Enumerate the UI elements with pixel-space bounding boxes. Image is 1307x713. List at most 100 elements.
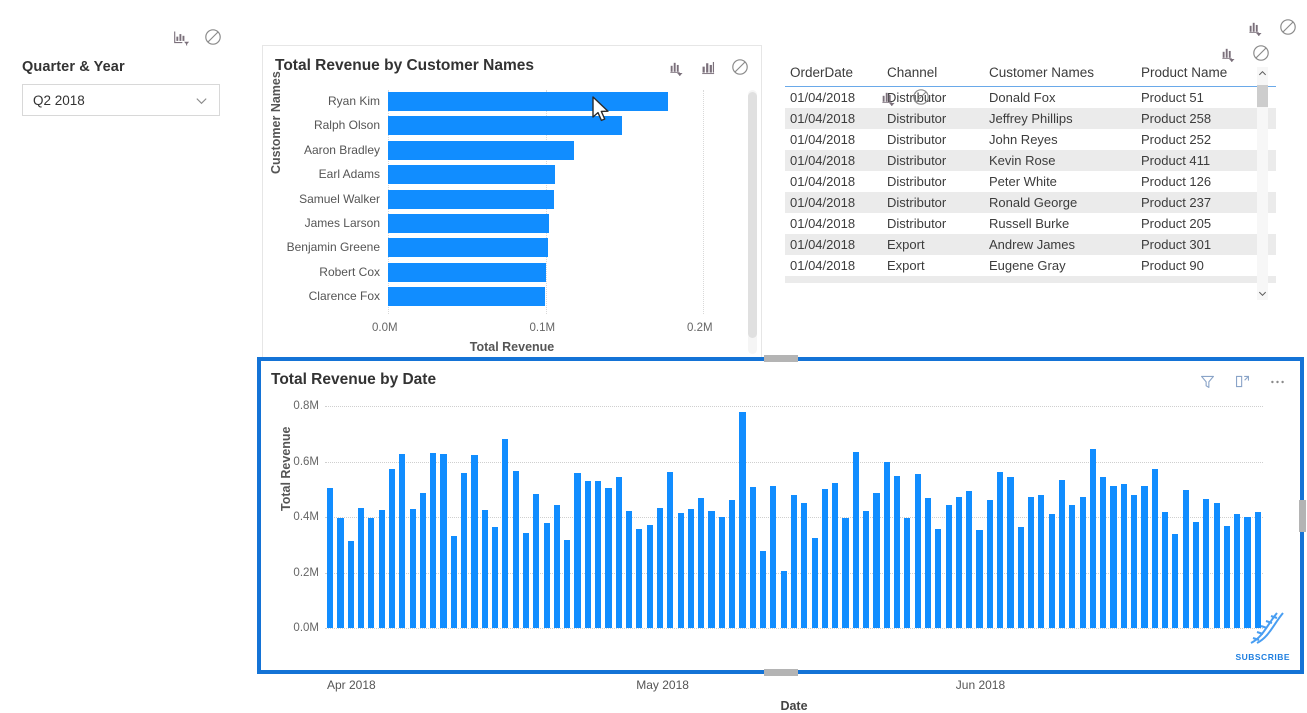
bar-chart-bar[interactable] bbox=[388, 92, 668, 111]
focus-mode-icon[interactable] bbox=[1234, 373, 1251, 390]
date-chart-bar[interactable] bbox=[852, 451, 859, 628]
date-chart-bar[interactable] bbox=[1069, 504, 1076, 628]
bar-chart-category-row[interactable]: Robert Cox bbox=[263, 261, 761, 285]
table-cell[interactable]: Product 252 bbox=[1136, 129, 1276, 150]
date-chart-bar[interactable] bbox=[543, 522, 550, 628]
date-chart-bar[interactable] bbox=[1213, 502, 1220, 628]
drill-filter-icon[interactable] bbox=[669, 59, 686, 76]
funnel-icon[interactable] bbox=[1199, 373, 1216, 390]
filter-chart-icon[interactable] bbox=[881, 89, 898, 106]
date-chart-bar[interactable] bbox=[522, 533, 530, 628]
date-chart-bar[interactable] bbox=[997, 472, 1004, 628]
date-chart-bar[interactable] bbox=[595, 481, 602, 628]
table-cell[interactable]: Distributor bbox=[882, 213, 984, 234]
table-cell[interactable]: Donald Fox bbox=[984, 87, 1136, 109]
date-chart-bar[interactable] bbox=[1131, 494, 1138, 628]
date-chart-bar[interactable] bbox=[625, 511, 633, 628]
date-chart-bar[interactable] bbox=[1161, 512, 1169, 628]
date-chart-bar[interactable] bbox=[811, 537, 818, 628]
date-chart-bar[interactable] bbox=[512, 471, 519, 628]
table-cell[interactable]: Jeffrey Phillips bbox=[984, 108, 1136, 129]
table-cell[interactable]: Distributor bbox=[882, 192, 984, 213]
bar-chart-category-row[interactable]: Aaron Bradley bbox=[263, 139, 761, 163]
table-cell[interactable]: Product 258 bbox=[1136, 108, 1276, 129]
date-chart-bar[interactable] bbox=[491, 526, 499, 628]
table-cell[interactable]: 01/04/2018 bbox=[785, 192, 882, 213]
date-chart-bar[interactable] bbox=[1038, 494, 1045, 628]
table-cell[interactable]: Distributor bbox=[882, 171, 984, 192]
date-chart-bar[interactable] bbox=[471, 455, 478, 628]
visual-order-table[interactable]: OrderDate Channel Customer Names Product Na… bbox=[785, 62, 1285, 305]
bar-chart-bar[interactable] bbox=[388, 165, 555, 185]
order-table[interactable]: OrderDate Channel Customer Names Product Na… bbox=[785, 62, 1276, 283]
table-cell[interactable]: Product 411 bbox=[1136, 150, 1276, 171]
bar-chart-bar[interactable] bbox=[388, 238, 548, 258]
bar-chart-category-row[interactable]: Benjamin Greene bbox=[263, 236, 761, 260]
date-chart-bar[interactable] bbox=[388, 469, 396, 628]
date-chart-bar[interactable] bbox=[461, 473, 468, 628]
date-chart-bar[interactable] bbox=[863, 510, 870, 628]
date-chart-bar[interactable] bbox=[1141, 486, 1148, 628]
table-row[interactable]: 01/04/2018 Distributor Peter White Product … bbox=[785, 171, 1276, 192]
date-chart-bar[interactable] bbox=[1007, 476, 1014, 628]
date-chart-bar[interactable] bbox=[1203, 498, 1210, 628]
table-cell[interactable]: 01/04/2018 bbox=[785, 108, 882, 129]
filter-chart-icon[interactable] bbox=[1248, 19, 1265, 36]
date-chart-bar[interactable] bbox=[986, 500, 993, 628]
date-chart-bar[interactable] bbox=[935, 528, 942, 628]
filter-chart-icon[interactable] bbox=[1221, 45, 1238, 62]
table-cell[interactable]: 01/04/2018 bbox=[785, 129, 882, 150]
table-cell[interactable]: Peter White bbox=[984, 171, 1136, 192]
date-chart-bar[interactable] bbox=[378, 510, 385, 628]
table-cell[interactable]: John Reyes bbox=[984, 129, 1136, 150]
visual-total-revenue-by-customer-names[interactable]: Total Revenue by Customer Names Customer… bbox=[262, 45, 762, 363]
date-chart-bar[interactable] bbox=[450, 535, 457, 628]
bar-chart-category-row[interactable]: Samuel Walker bbox=[263, 188, 761, 212]
date-chart-bar[interactable] bbox=[698, 498, 705, 628]
date-chart-bar[interactable] bbox=[564, 539, 571, 628]
date-chart-bar[interactable] bbox=[914, 474, 921, 628]
date-chart-bar[interactable] bbox=[1058, 480, 1066, 628]
date-chart-bar[interactable] bbox=[409, 508, 416, 628]
date-chart-bar[interactable] bbox=[790, 494, 798, 628]
bar-chart-bar[interactable] bbox=[388, 262, 547, 282]
date-chart-bar[interactable] bbox=[832, 483, 839, 628]
bar-chart-vertical-scrollbar[interactable] bbox=[748, 90, 757, 354]
date-chart-bar[interactable] bbox=[1110, 485, 1117, 628]
date-chart-bar[interactable] bbox=[955, 497, 962, 628]
no-entry-icon[interactable] bbox=[1279, 18, 1297, 36]
bar-chart-bar[interactable] bbox=[388, 214, 549, 233]
date-chart-bar[interactable] bbox=[337, 518, 344, 628]
table-vertical-scrollbar[interactable] bbox=[1257, 67, 1268, 300]
visual-total-revenue-by-date[interactable]: Total Revenue by Date Total Revenue 0.0M… bbox=[257, 355, 1306, 713]
table-cell[interactable]: Product 205 bbox=[1136, 213, 1276, 234]
table-cell[interactable]: Product 90 bbox=[1136, 255, 1276, 276]
bar-chart-icon[interactable] bbox=[700, 59, 717, 76]
table-cell[interactable]: Distributor bbox=[882, 150, 984, 171]
table-cell[interactable]: Ronald George bbox=[984, 192, 1136, 213]
date-chart-bar[interactable] bbox=[419, 493, 426, 628]
chevron-up-icon[interactable] bbox=[1257, 69, 1268, 78]
date-chart-bar[interactable] bbox=[1192, 522, 1200, 628]
slicer-quarter-year[interactable]: Quarter & Year Q2 2018 bbox=[0, 0, 248, 130]
table-cell[interactable]: 01/04/2018 bbox=[785, 171, 882, 192]
date-chart-bar[interactable] bbox=[430, 452, 437, 628]
date-chart-bar[interactable] bbox=[646, 524, 653, 628]
date-chart-bar[interactable] bbox=[893, 475, 901, 628]
bar-chart-category-row[interactable]: Earl Adams bbox=[263, 163, 761, 187]
scrollbar-thumb[interactable] bbox=[748, 92, 757, 338]
date-chart-bar[interactable] bbox=[945, 504, 952, 628]
date-chart-bar[interactable] bbox=[1017, 526, 1024, 628]
table-cell[interactable]: 01/04/2018 bbox=[785, 255, 882, 276]
date-chart-bar[interactable] bbox=[553, 504, 560, 628]
table-row[interactable]: 01/04/2018 Export Andrew James Product 301 bbox=[785, 234, 1276, 255]
date-chart-bar[interactable] bbox=[687, 508, 694, 628]
no-entry-icon[interactable] bbox=[1252, 44, 1270, 62]
date-chart-bar[interactable] bbox=[924, 497, 932, 628]
date-chart-bar[interactable] bbox=[656, 508, 664, 628]
scrollbar-thumb[interactable] bbox=[1257, 85, 1268, 107]
more-options-icon[interactable] bbox=[1269, 378, 1286, 386]
date-chart-bar[interactable] bbox=[357, 508, 365, 628]
bar-chart-category-row[interactable]: Ralph Olson bbox=[263, 114, 761, 138]
date-chart-bar[interactable] bbox=[904, 517, 911, 628]
